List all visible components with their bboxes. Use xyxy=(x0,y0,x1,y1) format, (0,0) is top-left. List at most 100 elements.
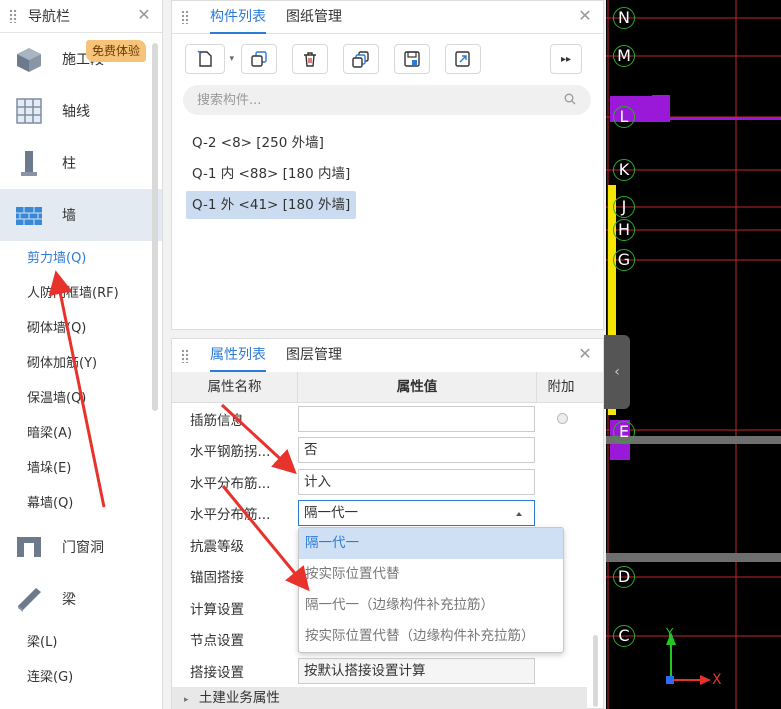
nav-item-wall-pier[interactable]: 墙垛(E) xyxy=(0,451,162,486)
copy-icon xyxy=(251,51,267,67)
nav-category-beam[interactable]: 梁 xyxy=(0,573,162,625)
dropdown-arrow-icon[interactable]: ▾ xyxy=(229,54,234,64)
caret-up-icon[interactable] xyxy=(516,512,522,517)
tab-component-list[interactable]: 构件列表 xyxy=(200,1,276,34)
property-value-select[interactable]: 隔一代一 xyxy=(298,500,535,527)
select-current-value: 隔一代一 xyxy=(304,505,358,522)
property-panel-header: 属性列表 图层管理 ✕ xyxy=(172,339,603,372)
cube-icon xyxy=(14,44,44,74)
component-list-panel: 构件列表 图纸管理 ✕ ▾ ▸▸ Q-2 <8> [250 外墙] xyxy=(171,0,604,330)
property-row: 插筋信息 xyxy=(172,403,603,435)
aux-radio[interactable] xyxy=(557,413,568,425)
drag-handle-icon[interactable] xyxy=(181,348,189,363)
nav-item-masonry-reinforcement[interactable]: 砌体加筋(Y) xyxy=(0,346,162,381)
free-trial-badge[interactable]: 免费体验 xyxy=(86,40,147,62)
nav-title: 导航栏 xyxy=(28,9,70,25)
close-icon[interactable]: ✕ xyxy=(136,6,152,24)
property-name: 锚固搭接 xyxy=(190,570,244,587)
search-icon[interactable] xyxy=(564,93,576,105)
nav-category-wall[interactable]: 墙 xyxy=(0,189,162,241)
nav-item-coupling-beam[interactable]: 连梁(G) xyxy=(0,660,162,695)
component-toolbar: ▾ ▸▸ xyxy=(172,34,603,84)
property-value-field[interactable]: 按默认搭接设置计算 xyxy=(298,657,535,684)
delete-component-button[interactable] xyxy=(292,44,328,74)
copy-to-floor-button[interactable] xyxy=(343,44,379,74)
new-component-button[interactable]: ▾ xyxy=(185,44,234,74)
drag-handle-icon[interactable] xyxy=(181,10,189,24)
property-list-panel: 属性列表 图层管理 ✕ 属性名称 属性值 附加 插筋信息 水平钢筋拐... 否 … xyxy=(171,338,604,709)
axis-label-c[interactable]: C xyxy=(613,625,635,647)
property-group-label: 土建业务属性 xyxy=(198,690,280,706)
component-item[interactable]: Q-1 内 <88> [180 内墙] xyxy=(186,160,356,188)
chevron-left-icon: ‹ xyxy=(614,364,620,380)
nav-header: 导航栏 ✕ xyxy=(0,0,162,33)
property-row: 水平钢筋拐... 否 xyxy=(172,435,603,467)
dropdown-option[interactable]: 隔一代一（边缘构件补充拉筋） xyxy=(299,590,563,621)
copy-component-button[interactable] xyxy=(241,44,277,74)
nav-category-door-window[interactable]: 门窗洞 xyxy=(0,521,162,573)
close-icon[interactable]: ✕ xyxy=(577,345,593,363)
collapse-panel-button[interactable]: ‹ xyxy=(604,335,630,409)
axis-label-d[interactable]: D xyxy=(613,566,635,588)
nav-scrollbar[interactable] xyxy=(152,43,158,411)
nav-category-label: 墙 xyxy=(62,208,76,224)
nav-category-label: 轴线 xyxy=(62,104,90,120)
close-icon[interactable]: ✕ xyxy=(577,7,593,25)
cad-canvas[interactable]: N M L K J H G E D C Y X xyxy=(606,0,781,709)
nav-category-column[interactable]: 柱 xyxy=(0,137,162,189)
axis-label-g[interactable]: G xyxy=(613,249,635,271)
property-group-civil[interactable]: ▸ 土建业务属性 xyxy=(172,687,587,709)
axis-label-k[interactable]: K xyxy=(613,159,635,181)
nav-item-shear-wall[interactable]: 剪力墙(Q) xyxy=(0,241,162,276)
component-search-input[interactable] xyxy=(183,85,591,115)
nav-item-insulation-wall[interactable]: 保温墙(Q) xyxy=(0,381,162,416)
property-name: 水平钢筋拐... xyxy=(190,444,271,461)
dropdown-option[interactable]: 按实际位置代替 xyxy=(299,559,563,590)
x-axis-label: X xyxy=(712,672,722,688)
nav-item-beam[interactable]: 梁(L) xyxy=(0,625,162,660)
property-scrollbar[interactable] xyxy=(593,635,598,707)
dropdown-option[interactable]: 按实际位置代替（边缘构件补充拉筋） xyxy=(299,621,563,652)
property-name: 计算设置 xyxy=(190,601,244,618)
property-name: 抗震等级 xyxy=(190,538,244,555)
nav-category-axis[interactable]: 轴线 xyxy=(0,85,162,137)
component-item[interactable]: Q-2 <8> [250 外墙] xyxy=(186,129,330,157)
property-name: 水平分布筋... xyxy=(190,475,271,492)
property-name: 插筋信息 xyxy=(190,412,244,429)
grid-icon xyxy=(14,96,44,126)
nav-item-civil-defense-door-wall[interactable]: 人防门框墙(RF) xyxy=(0,276,162,311)
property-value-field[interactable]: 否 xyxy=(298,437,535,464)
trash-icon xyxy=(304,52,316,67)
component-item-selected[interactable]: Q-1 外 <41> [180 外墙] xyxy=(186,191,357,219)
property-value-field[interactable] xyxy=(298,405,535,432)
property-row: 水平分布筋... 隔一代一 xyxy=(172,498,603,530)
dropdown-option[interactable]: 隔一代一 xyxy=(299,528,563,559)
nav-item-masonry-wall[interactable]: 砌体墙(Q) xyxy=(0,311,162,346)
property-row: 水平分布筋... 计入 xyxy=(172,466,603,498)
tab-layer-management[interactable]: 图层管理 xyxy=(276,339,352,372)
property-name: 节点设置 xyxy=(190,633,244,650)
tab-property-list[interactable]: 属性列表 xyxy=(200,339,276,372)
nav-item-hidden-beam[interactable]: 暗梁(A) xyxy=(0,416,162,451)
y-axis-label: Y xyxy=(666,626,674,640)
nav-item-curtain-wall[interactable]: 幕墙(Q) xyxy=(0,486,162,521)
axis-label-e[interactable]: E xyxy=(613,421,635,443)
axis-label-n[interactable]: N xyxy=(613,7,635,29)
axis-label-h[interactable]: H xyxy=(613,219,635,241)
component-list: Q-2 <8> [250 外墙] Q-1 内 <88> [180 内墙] Q-1… xyxy=(186,129,357,222)
nav-category-label: 梁 xyxy=(62,592,76,608)
export-component-button[interactable] xyxy=(445,44,481,74)
axis-label-m[interactable]: M xyxy=(613,45,635,67)
property-name: 水平分布筋... xyxy=(190,507,271,524)
property-name: 搭接设置 xyxy=(190,664,244,681)
door-window-icon xyxy=(14,532,44,562)
drag-handle-icon[interactable] xyxy=(9,9,17,23)
save-library-button[interactable] xyxy=(394,44,430,74)
more-tools-button[interactable]: ▸▸ xyxy=(550,44,582,74)
new-file-icon xyxy=(197,50,212,67)
property-value-field[interactable]: 计入 xyxy=(298,468,535,495)
axis-label-j[interactable]: J xyxy=(613,196,635,218)
tab-drawing-management[interactable]: 图纸管理 xyxy=(276,1,352,34)
axis-label-l[interactable]: L xyxy=(613,106,635,128)
expand-arrow-icon[interactable]: ▸ xyxy=(184,695,189,705)
